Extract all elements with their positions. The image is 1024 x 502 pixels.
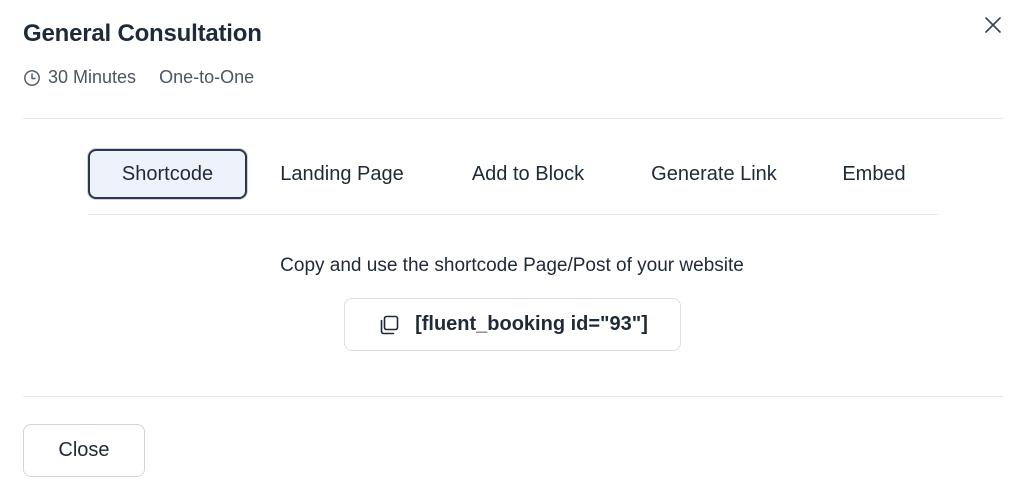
share-tabs: Shortcode Landing Page Add to Block Gene… bbox=[88, 149, 938, 199]
tab-add-to-block[interactable]: Add to Block bbox=[449, 149, 607, 199]
shortcode-value: [fluent_booking id="93"] bbox=[415, 313, 648, 335]
shortcode-instructions: Copy and use the shortcode Page/Post of … bbox=[280, 255, 744, 276]
event-meta: 30 Minutes One-to-One bbox=[23, 67, 254, 88]
event-type: One-to-One bbox=[159, 67, 255, 87]
close-button[interactable]: Close bbox=[23, 424, 145, 477]
clock-icon bbox=[24, 69, 40, 86]
tab-generate-link[interactable]: Generate Link bbox=[634, 149, 794, 199]
share-modal: General Consultation 30 Minutes One-to-O… bbox=[0, 0, 1024, 502]
copy-icon bbox=[380, 315, 399, 334]
header-divider bbox=[23, 118, 1003, 119]
tab-embed[interactable]: Embed bbox=[824, 149, 924, 199]
event-duration: 30 Minutes bbox=[48, 67, 137, 87]
tabs-divider bbox=[88, 214, 938, 215]
tab-shortcode[interactable]: Shortcode bbox=[88, 149, 247, 199]
tab-landing-page[interactable]: Landing Page bbox=[263, 149, 421, 199]
copy-shortcode-button[interactable]: [fluent_booking id="93"] bbox=[344, 298, 681, 351]
close-icon[interactable] bbox=[980, 12, 1006, 38]
modal-title: General Consultation bbox=[23, 20, 262, 47]
footer-divider bbox=[23, 396, 1003, 397]
